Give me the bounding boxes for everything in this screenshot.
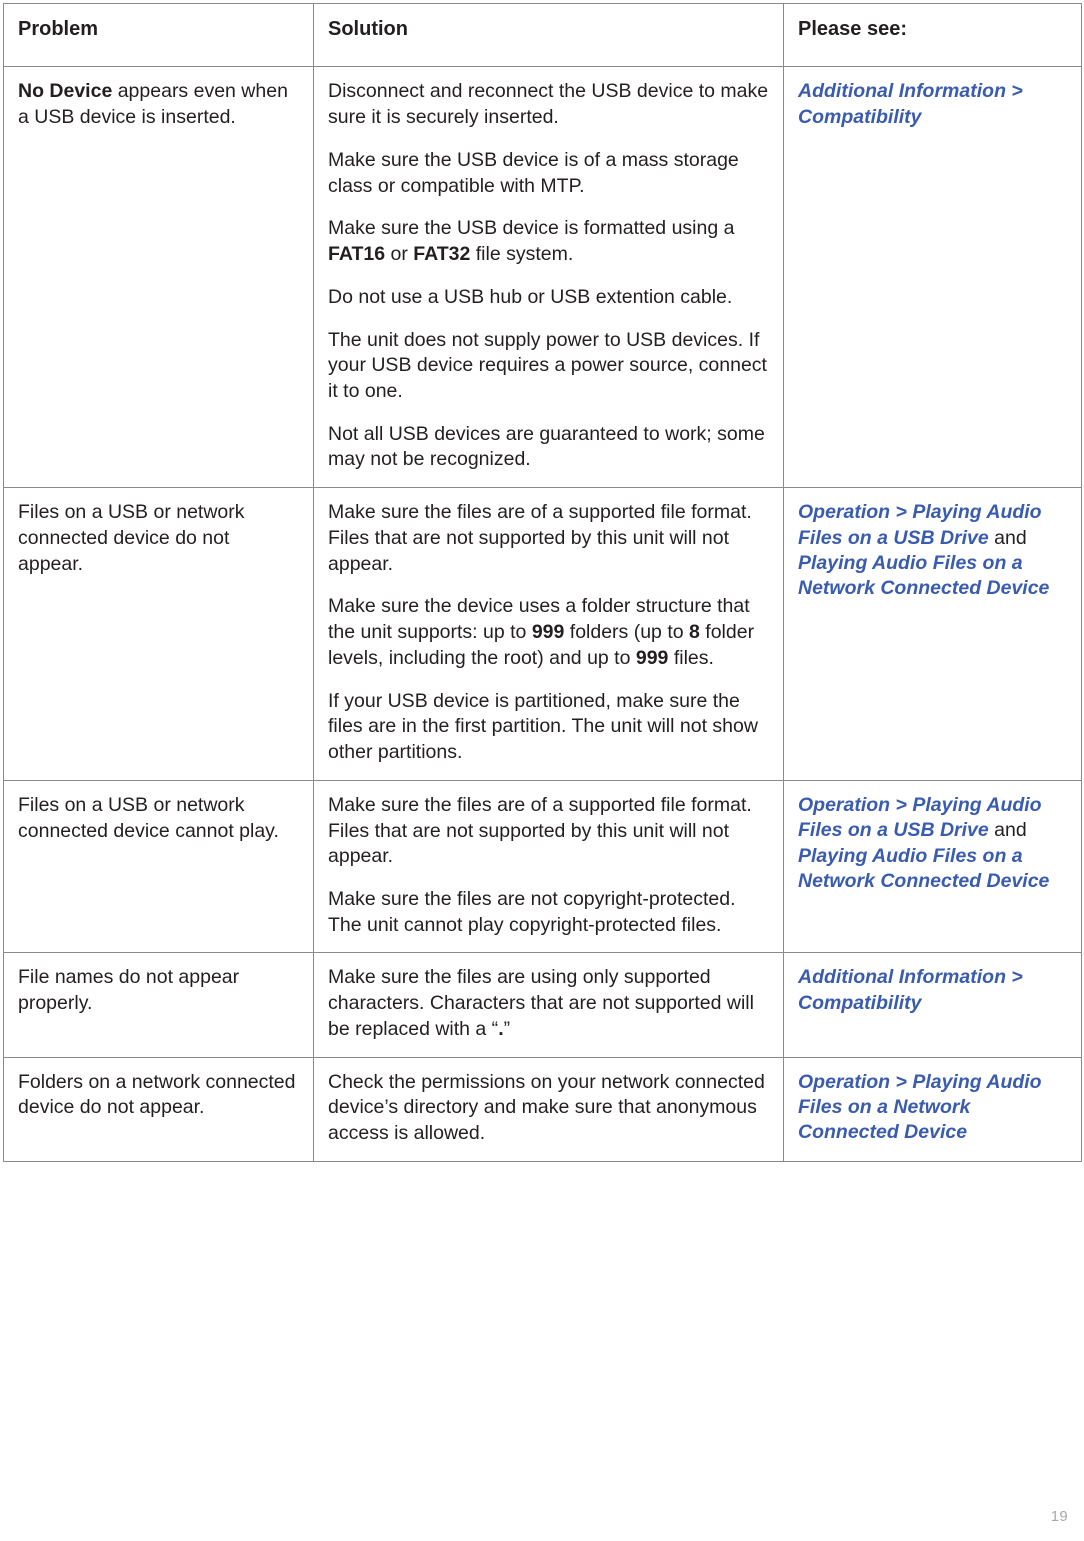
solution-text: Make sure the files are of a supported f… bbox=[328, 793, 769, 939]
solution-paragraph: Make sure the device uses a folder struc… bbox=[328, 595, 755, 669]
problem-cell: File names do not appear properly. bbox=[3, 952, 314, 1058]
problem-cell: No Device appears even when a USB device… bbox=[3, 66, 314, 489]
solution-paragraph: Make sure the USB device is formatted us… bbox=[328, 217, 735, 266]
column-header-problem: Problem bbox=[3, 2, 314, 68]
solution-text: Make sure the files are using only suppo… bbox=[328, 965, 769, 1042]
problem-text: Files on a USB or network connected devi… bbox=[18, 793, 279, 842]
please-see-text: Operation > Playing Audio Files on a USB… bbox=[798, 793, 1067, 894]
please-see-cell: Operation > Playing Audio Files on a USB… bbox=[783, 487, 1082, 781]
solution-emphasis: FAT32 bbox=[413, 243, 471, 266]
solution-paragraph: The unit does not supply power to USB de… bbox=[328, 328, 767, 402]
solution-paragraph: Make sure the files are of a supported f… bbox=[328, 793, 752, 868]
please-see-cell: Operation > Playing Audio Files on a Net… bbox=[783, 1056, 1082, 1162]
solution-paragraph: Make sure the files are of a supported f… bbox=[328, 501, 752, 575]
document-page: Problem Solution Please see: No Device a… bbox=[0, 0, 1084, 1541]
solution-emphasis: 999 bbox=[635, 646, 669, 669]
solution-paragraph: If your USB device is partitioned, make … bbox=[328, 689, 758, 764]
cross-reference-link[interactable]: Operation > Playing Audio Files on a Net… bbox=[798, 1071, 1042, 1144]
solution-paragraph: Make sure the files are using only suppo… bbox=[328, 966, 754, 1040]
solution-paragraph: Check the permissions on your network co… bbox=[328, 1070, 765, 1145]
cross-reference-link[interactable]: Additional Information > Compatibility bbox=[798, 80, 1023, 127]
solution-text: Make sure the files are of a supported f… bbox=[328, 500, 769, 766]
solution-emphasis: 999 bbox=[531, 621, 565, 644]
solution-cell: Check the permissions on your network co… bbox=[313, 1056, 784, 1162]
table-row: Files on a USB or network connected devi… bbox=[3, 487, 1082, 781]
solution-emphasis: 8 bbox=[689, 621, 700, 644]
solution-cell: Make sure the files are using only suppo… bbox=[313, 952, 784, 1058]
please-see-text: Additional Information > Compatibility bbox=[798, 965, 1067, 1016]
solution-paragraph: Do not use a USB hub or USB extention ca… bbox=[328, 285, 733, 308]
solution-paragraph: Disconnect and reconnect the USB device … bbox=[328, 80, 769, 129]
solution-text: Check the permissions on your network co… bbox=[328, 1070, 769, 1147]
table-row: No Device appears even when a USB device… bbox=[3, 66, 1082, 489]
cross-reference-link[interactable]: Playing Audio Files on a Network Connect… bbox=[798, 845, 1049, 892]
please-see-text: Operation > Playing Audio Files on a USB… bbox=[798, 500, 1067, 601]
problem-text: Files on a USB or network connected devi… bbox=[18, 501, 245, 575]
solution-emphasis: FAT16 bbox=[328, 243, 386, 266]
please-see-text: Additional Information > Compatibility bbox=[798, 79, 1067, 130]
solution-cell: Disconnect and reconnect the USB device … bbox=[313, 66, 784, 489]
please-see-cell: Operation > Playing Audio Files on a USB… bbox=[783, 779, 1082, 954]
table-row: Files on a USB or network connected devi… bbox=[3, 779, 1082, 954]
solution-text: Disconnect and reconnect the USB device … bbox=[328, 79, 769, 473]
table-row: Folders on a network connected device do… bbox=[3, 1056, 1082, 1162]
please-see-cell: Additional Information > Compatibility bbox=[783, 952, 1082, 1058]
solution-paragraph: Not all USB devices are guaranteed to wo… bbox=[328, 422, 765, 471]
solution-emphasis: . bbox=[498, 1017, 504, 1040]
table-row: File names do not appear properly. Make s… bbox=[3, 952, 1082, 1058]
table-header-row: Problem Solution Please see: bbox=[3, 2, 1082, 68]
problem-text: Folders on a network connected device do… bbox=[18, 1070, 296, 1119]
solution-cell: Make sure the files are of a supported f… bbox=[313, 779, 784, 954]
solution-paragraph: Make sure the files are not copyright-pr… bbox=[328, 888, 736, 936]
solution-paragraph: Make sure the USB device is of a mass st… bbox=[328, 148, 739, 197]
conjunction-text: and bbox=[988, 526, 1027, 549]
please-see-cell: Additional Information > Compatibility bbox=[783, 66, 1082, 489]
cross-reference-link[interactable]: Additional Information > Compatibility bbox=[798, 966, 1023, 1013]
solution-cell: Make sure the files are of a supported f… bbox=[313, 487, 784, 781]
problem-cell: Files on a USB or network connected devi… bbox=[3, 779, 314, 954]
problem-text: No Device appears even when a USB device… bbox=[18, 80, 288, 129]
troubleshooting-table: Problem Solution Please see: No Device a… bbox=[3, 2, 1082, 1162]
problem-cell: Files on a USB or network connected devi… bbox=[3, 487, 314, 781]
column-header-solution: Solution bbox=[313, 2, 784, 68]
table-header: Problem Solution Please see: bbox=[3, 2, 1082, 68]
please-see-text: Operation > Playing Audio Files on a Net… bbox=[798, 1070, 1067, 1146]
problem-text: File names do not appear properly. bbox=[18, 966, 240, 1015]
problem-cell: Folders on a network connected device do… bbox=[3, 1056, 314, 1162]
page-number: 19 bbox=[1050, 1508, 1068, 1525]
conjunction-text: and bbox=[988, 819, 1027, 842]
table-body: No Device appears even when a USB device… bbox=[3, 66, 1082, 1162]
cross-reference-link[interactable]: Playing Audio Files on a Network Connect… bbox=[798, 552, 1049, 599]
column-header-please-see: Please see: bbox=[783, 2, 1082, 68]
problem-emphasis: No Device bbox=[18, 80, 113, 103]
